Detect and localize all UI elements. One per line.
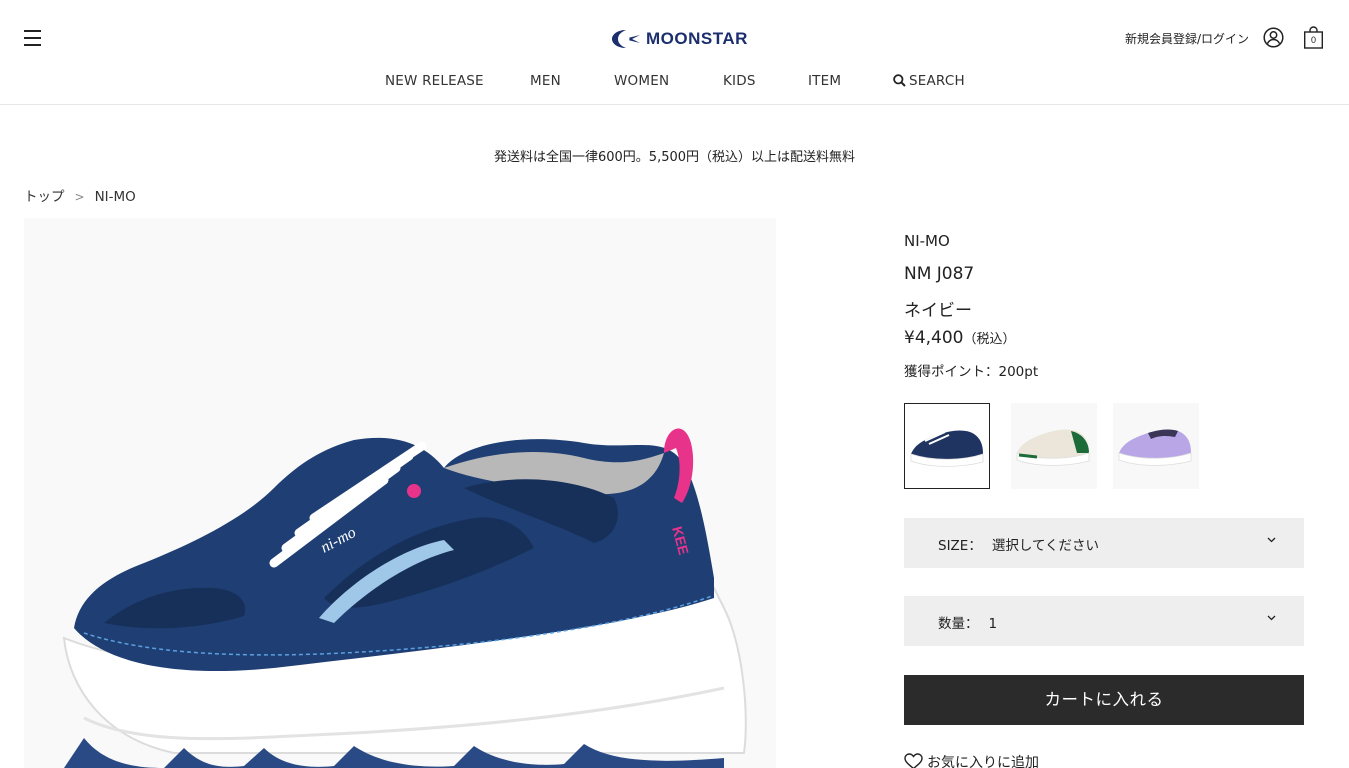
size-select-label: SIZE： 選択してください bbox=[938, 534, 1099, 554]
chevron-down-icon bbox=[1267, 615, 1276, 621]
cart-bag-icon[interactable]: 0 bbox=[1303, 26, 1324, 49]
swatch-lavender-thumb bbox=[1118, 429, 1192, 466]
moonstar-logo[interactable]: MOONSTAR bbox=[610, 27, 748, 51]
nav-kids[interactable]: KIDS bbox=[723, 73, 756, 89]
favorite-label: お気に入りに追加 bbox=[927, 755, 1039, 768]
product-brand: NI-MO bbox=[904, 232, 950, 250]
breadcrumb: トップ > NI-MO bbox=[24, 185, 136, 205]
breadcrumb-top[interactable]: トップ bbox=[24, 189, 65, 205]
quantity-value: 1 bbox=[988, 616, 998, 632]
heart-icon bbox=[904, 753, 923, 768]
menu-icon[interactable] bbox=[24, 30, 41, 46]
nav-search[interactable]: SEARCH bbox=[893, 73, 965, 89]
size-value: 選択してください bbox=[991, 538, 1100, 554]
color-swatches bbox=[904, 403, 1204, 489]
size-select[interactable]: SIZE： 選択してください bbox=[904, 518, 1304, 568]
search-icon bbox=[893, 74, 906, 87]
quantity-label: 数量： bbox=[938, 616, 979, 632]
add-to-favorites-link[interactable]: お気に入りに追加 bbox=[904, 752, 1039, 768]
quantity-select[interactable]: 数量： 1 bbox=[904, 596, 1304, 646]
swatch-green[interactable] bbox=[1011, 403, 1097, 489]
nav-men[interactable]: MEN bbox=[530, 73, 561, 89]
swatch-green-thumb bbox=[1016, 429, 1090, 466]
size-label: SIZE： bbox=[938, 538, 982, 554]
price-tax-label: （税込） bbox=[963, 332, 1016, 347]
quantity-select-label: 数量： 1 bbox=[938, 612, 997, 632]
moonstar-star-icon bbox=[612, 30, 640, 48]
site-header: MOONSTAR 新規会員登録/ログイン 0 NEW RELEASE MEN W… bbox=[0, 0, 1349, 105]
product-color-name: ネイビー bbox=[904, 301, 972, 321]
logo-text: MOONSTAR bbox=[646, 29, 748, 48]
nav-women[interactable]: WOMEN bbox=[614, 73, 669, 89]
reward-points: 獲得ポイント：200pt bbox=[904, 364, 1039, 380]
price-value: ¥4,400 bbox=[904, 328, 964, 348]
shipping-notice: 発送料は全国一律600円。5,500円（税込）以上は配送料無料 bbox=[493, 150, 856, 165]
swatch-navy[interactable] bbox=[904, 403, 990, 489]
swatch-navy-thumb bbox=[910, 430, 984, 467]
main-nav: NEW RELEASE MEN WOMEN KIDS ITEM SEARCH bbox=[0, 73, 1349, 91]
chevron-down-icon bbox=[1267, 537, 1276, 543]
swatch-lavender[interactable] bbox=[1113, 403, 1199, 489]
nav-new-release[interactable]: NEW RELEASE bbox=[385, 73, 484, 89]
breadcrumb-nimo[interactable]: NI-MO bbox=[95, 189, 136, 205]
product-main-image[interactable]: ni-mo KEE bbox=[24, 218, 776, 768]
product-model: NM J087 bbox=[904, 264, 975, 284]
add-to-cart-button[interactable]: カートに入れる bbox=[904, 675, 1304, 725]
register-login-link[interactable]: 新規会員登録/ログイン bbox=[1125, 30, 1249, 47]
user-account-icon[interactable] bbox=[1263, 27, 1284, 48]
cart-count-badge: 0 bbox=[1310, 35, 1316, 45]
product-price: ¥4,400（税込） bbox=[904, 328, 1016, 348]
nav-item-category[interactable]: ITEM bbox=[808, 73, 841, 89]
breadcrumb-separator: > bbox=[74, 190, 85, 204]
shoe-illustration: ni-mo KEE bbox=[62, 428, 747, 768]
nav-search-label: SEARCH bbox=[909, 73, 965, 89]
